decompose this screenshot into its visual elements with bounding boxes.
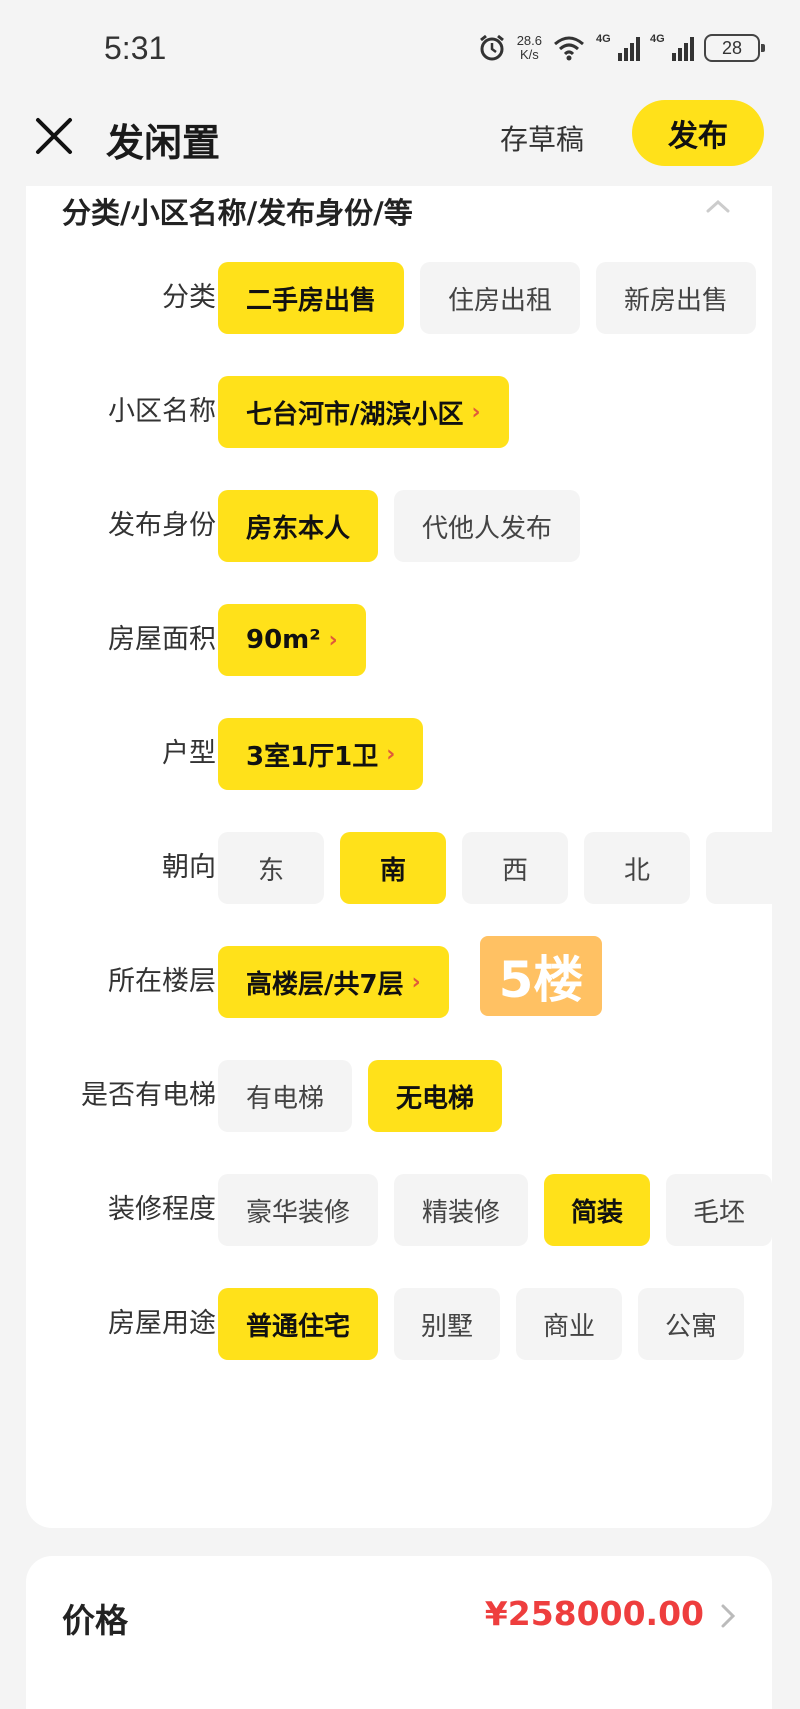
page-title: 发闲置: [106, 121, 221, 165]
chevron-right-icon: [721, 1604, 736, 1628]
row-label-area: 房屋面积: [108, 624, 216, 655]
row-layout: 户型 3室1厅1卫 ›: [26, 718, 772, 790]
option-orientation-west[interactable]: 西: [462, 832, 568, 904]
row-orientation: 朝向 东 南 西 北: [26, 832, 772, 904]
network-speed: 28.6 K/s: [517, 34, 542, 62]
row-label-usage: 房屋用途: [108, 1308, 216, 1339]
status-icons: 28.6 K/s 4G 4G 28: [477, 30, 765, 66]
wifi-icon: [554, 36, 584, 61]
row-category: 分类 二手房出售 住房出租 新房出售: [26, 262, 772, 334]
area-value: 90m²: [246, 625, 321, 655]
layout-value: 3室1厅1卫: [246, 741, 379, 772]
chevron-right-icon: ›: [328, 627, 338, 653]
option-usage-residential[interactable]: 普通住宅: [218, 1288, 379, 1360]
price-label: 价格: [62, 1601, 128, 1640]
floor-selector[interactable]: 高楼层/共7层 ›: [218, 946, 449, 1018]
option-elevator-no[interactable]: 无电梯: [368, 1060, 503, 1132]
battery-icon: 28: [704, 34, 765, 62]
row-elevator: 是否有电梯 有电梯 无电梯: [26, 1060, 772, 1132]
option-orientation-south[interactable]: 南: [340, 832, 446, 904]
row-usage: 房屋用途 普通住宅 别墅 商业 公寓: [26, 1288, 772, 1360]
option-usage-villa[interactable]: 别墅: [394, 1288, 501, 1360]
option-category-new[interactable]: 新房出售: [596, 262, 757, 334]
layout-selector[interactable]: 3室1厅1卫 ›: [218, 718, 424, 790]
row-identity: 发布身份 房东本人 代他人发布: [26, 490, 772, 562]
network-type-2: 4G: [650, 33, 665, 45]
option-decoration-simple[interactable]: 简装: [544, 1174, 651, 1246]
status-time: 5:31: [104, 30, 167, 66]
area-selector[interactable]: 90m² ›: [218, 604, 366, 676]
row-label-orientation: 朝向: [162, 852, 216, 883]
price-value: ¥258000.00: [484, 1594, 704, 1633]
chevron-right-icon: ›: [386, 741, 396, 767]
row-label-community: 小区名称: [108, 396, 216, 427]
row-floor: 所在楼层 高楼层/共7层 › 5楼: [26, 936, 772, 1018]
row-label-category: 分类: [162, 282, 216, 313]
section-title: 分类/小区名称/发布身份/等: [62, 196, 413, 230]
close-icon[interactable]: [34, 116, 74, 156]
details-card: 分类/小区名称/发布身份/等 分类 二手房出售 住房出租 新房出售 小区名称 七…: [26, 186, 772, 1528]
option-decoration-luxury[interactable]: 豪华装修: [218, 1174, 379, 1246]
community-selector[interactable]: 七台河市/湖滨小区 ›: [218, 376, 509, 448]
option-identity-agent[interactable]: 代他人发布: [394, 490, 581, 562]
header: 发闲置 存草稿 发布: [0, 96, 800, 180]
floor-badge: 5楼: [480, 936, 602, 1016]
row-label-identity: 发布身份: [108, 510, 216, 541]
signal-icon-1: 4G: [596, 33, 640, 61]
chevron-up-icon[interactable]: [704, 196, 732, 216]
signal-icon-2: 4G: [650, 33, 694, 61]
option-category-rent[interactable]: 住房出租: [420, 262, 581, 334]
alarm-icon: [479, 34, 504, 61]
row-decoration: 装修程度 豪华装修 精装修 简装 毛坯: [26, 1174, 772, 1246]
network-speed-unit: K/s: [519, 47, 539, 62]
row-label-layout: 户型: [162, 738, 216, 769]
price-row[interactable]: 价格 ¥258000.00: [26, 1556, 772, 1709]
floor-value: 高楼层/共7层: [246, 969, 404, 1000]
chevron-right-icon: ›: [411, 969, 421, 995]
row-area: 房屋面积 90m² ›: [26, 604, 772, 676]
save-draft-button[interactable]: 存草稿: [500, 118, 584, 158]
publish-button[interactable]: 发布: [632, 100, 764, 166]
option-decoration-fine[interactable]: 精装修: [394, 1174, 529, 1246]
battery-level: 28: [721, 37, 743, 58]
row-label-elevator: 是否有电梯: [81, 1080, 216, 1111]
network-type-1: 4G: [596, 33, 611, 45]
option-usage-apartment[interactable]: 公寓: [638, 1288, 745, 1360]
chevron-right-icon: ›: [471, 399, 481, 425]
community-value: 七台河市/湖滨小区: [246, 399, 464, 430]
row-label-decoration: 装修程度: [108, 1194, 216, 1225]
option-orientation-north[interactable]: 北: [584, 832, 690, 904]
option-category-second-hand[interactable]: 二手房出售: [218, 262, 405, 334]
option-identity-owner[interactable]: 房东本人: [218, 490, 379, 562]
row-label-floor: 所在楼层: [108, 966, 216, 997]
status-bar: 5:31 28.6 K/s 4G 4G 28: [0, 0, 800, 100]
option-orientation-more[interactable]: [706, 832, 772, 904]
option-decoration-rough[interactable]: 毛坯: [666, 1174, 772, 1246]
option-elevator-yes[interactable]: 有电梯: [218, 1060, 353, 1132]
network-speed-value: 28.6: [516, 33, 542, 48]
option-orientation-east[interactable]: 东: [218, 832, 324, 904]
row-community: 小区名称 七台河市/湖滨小区 ›: [26, 376, 772, 448]
option-usage-commercial[interactable]: 商业: [516, 1288, 623, 1360]
